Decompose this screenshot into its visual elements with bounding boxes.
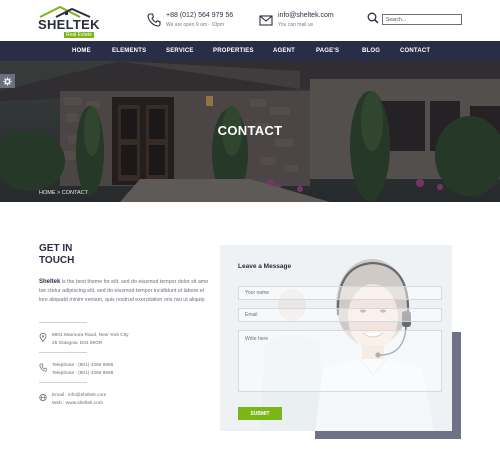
- phone-icon: [147, 13, 161, 27]
- nav-item-properties[interactable]: PROPERTIES: [213, 41, 254, 61]
- email-input[interactable]: [238, 308, 442, 322]
- logo-text: SHELTEK: [38, 17, 100, 32]
- description-brand: Sheltek: [39, 279, 61, 285]
- header-email-note: You can mail us: [278, 22, 314, 28]
- address-line-1: 8901 Marmora Raod, New York City: [52, 333, 129, 338]
- section-title-line1: GET IN: [39, 243, 73, 254]
- name-input[interactable]: [238, 286, 442, 300]
- search-input[interactable]: [382, 14, 462, 25]
- page-banner: CONTACT HOME > CONTACT: [0, 61, 500, 202]
- page-title: CONTACT: [217, 123, 283, 138]
- envelope-icon: [259, 15, 273, 26]
- contact-website[interactable]: Web : www.sheltek.com: [52, 401, 103, 406]
- phone-icon: [39, 363, 47, 372]
- header-email-address[interactable]: info@sheltek.com: [278, 12, 334, 19]
- search-icon[interactable]: [367, 12, 379, 24]
- section-title-line2: TOUCH: [39, 255, 75, 266]
- gear-icon: [3, 77, 12, 86]
- nav-item-blog[interactable]: BLOG: [362, 41, 380, 61]
- section-description: Sheltek is the best theme for elit, sed …: [39, 278, 214, 305]
- nav-item-service[interactable]: SERVICE: [166, 41, 194, 61]
- form-title: Leave a Message: [238, 263, 292, 270]
- logo[interactable]: SHELTEK Real Estate: [38, 6, 100, 38]
- nav-item-pages[interactable]: PAGE'S: [316, 41, 339, 61]
- divider: [39, 322, 87, 323]
- location-pin-icon: [39, 333, 47, 342]
- logo-tagline: Real Estate: [64, 32, 94, 38]
- telephone-line-1[interactable]: Telephone : (801) 4256 9856: [52, 363, 113, 368]
- nav-item-elements[interactable]: ELEMENTS: [112, 41, 146, 61]
- settings-toggle[interactable]: [0, 74, 15, 88]
- telephone-line-2[interactable]: Telephone : (801) 4256 9658: [52, 371, 113, 376]
- nav-item-contact[interactable]: CONTACT: [400, 41, 430, 61]
- globe-icon: [39, 393, 47, 402]
- divider: [39, 352, 87, 353]
- nav-item-agent[interactable]: AGENT: [273, 41, 295, 61]
- contact-form: Leave a Message SUBMIT: [220, 245, 452, 431]
- site-header: SHELTEK Real Estate +88 (012) 564 979 56…: [0, 0, 500, 41]
- nav-item-home[interactable]: HOME: [72, 41, 91, 61]
- breadcrumb[interactable]: HOME > CONTACT: [39, 190, 88, 196]
- header-phone-number: +88 (012) 564 979 56: [166, 12, 234, 19]
- divider: [39, 382, 87, 383]
- description-text: is the best theme for elit, sed do eiusm…: [39, 279, 209, 303]
- contact-email[interactable]: Email : info@sheltek.com: [52, 393, 106, 398]
- submit-button[interactable]: SUBMIT: [238, 407, 282, 420]
- message-textarea[interactable]: [238, 330, 442, 392]
- address-line-2: 25 Glasgow, D04 89GR: [52, 341, 103, 346]
- header-phone-hours: We are open 9 am - 10pm: [166, 22, 224, 28]
- main-nav: HOME ELEMENTS SERVICE PROPERTIES AGENT P…: [0, 41, 500, 61]
